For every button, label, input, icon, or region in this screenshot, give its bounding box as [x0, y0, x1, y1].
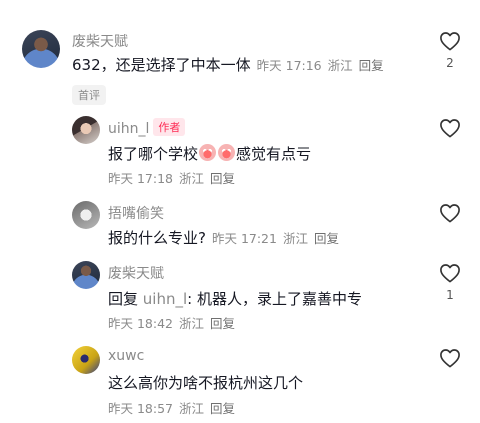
comment-location: 浙江 — [179, 316, 205, 331]
commenter-name[interactable]: xuwc — [108, 348, 144, 364]
reply-button[interactable]: 回复 — [359, 58, 384, 73]
reply-item[interactable]: 废柴天赋 回复 uihn_l: 机器人，录上了嘉善中专 昨天 18:42 浙江 回复… — [0, 255, 480, 335]
like-button[interactable] — [439, 348, 461, 368]
comment-text: 这么高你为啥不报杭州这几个 — [108, 374, 304, 392]
scream-face-emoji — [199, 144, 217, 161]
like-button[interactable] — [439, 118, 461, 138]
like-count: 1 — [446, 288, 454, 302]
comment-text: 632，还是选择了中本一体 昨天 17:16 浙江 回复 — [72, 54, 384, 75]
commenter-name-text: uihn_l — [108, 121, 150, 137]
heart-outline-icon — [440, 204, 460, 223]
commenter-name[interactable]: 废柴天赋 — [72, 31, 128, 51]
comment-time: 昨天 18:57 — [108, 401, 173, 416]
comment-text: 报了哪个学校 感觉有点亏 — [108, 143, 311, 164]
comment-location: 浙江 — [282, 231, 308, 246]
comment-body: 632，还是选择了中本一体 — [72, 56, 251, 74]
avatar[interactable] — [72, 346, 100, 374]
heart-outline-icon — [440, 349, 460, 368]
comment-time: 昨天 18:42 — [108, 316, 173, 331]
comment-meta: 昨天 18:57 浙江 回复 — [108, 398, 235, 417]
comment-meta: 昨天 18:42 浙江 回复 — [108, 313, 235, 332]
commenter-name[interactable]: 捂嘴偷笑 — [108, 203, 164, 223]
like-button[interactable] — [439, 203, 461, 223]
comment-meta: 昨天 17:18 浙江 回复 — [108, 168, 235, 187]
reply-button[interactable]: 回复 — [314, 231, 339, 246]
heart-outline-icon — [440, 264, 460, 283]
author-badge: 作者 — [153, 118, 186, 136]
first-comment-tag: 首评 — [72, 85, 106, 105]
reply-button[interactable]: 回复 — [210, 316, 235, 331]
reply-button[interactable]: 回复 — [210, 401, 235, 416]
reply-item[interactable]: xuwc 这么高你为啥不报杭州这几个 昨天 18:57 浙江 回复 — [0, 340, 480, 423]
avatar[interactable] — [72, 201, 100, 229]
comment-location: 浙江 — [179, 401, 205, 416]
comment-item[interactable]: 废柴天赋 632，还是选择了中本一体 昨天 17:16 浙江 回复 2 首评 — [0, 0, 480, 110]
comment-location: 浙江 — [327, 58, 353, 73]
comment-time: 昨天 17:21 — [211, 231, 277, 246]
comment-body: 报的什么专业? — [108, 229, 206, 247]
commenter-name[interactable]: uihn_l 作者 — [108, 118, 186, 137]
reply-item[interactable]: uihn_l 作者 报了哪个学校 感觉有点亏 昨天 17:18 浙江 回复 — [0, 110, 480, 190]
heart-outline-icon — [440, 32, 460, 51]
reply-button[interactable]: 回复 — [210, 171, 235, 186]
like-count: 2 — [446, 56, 454, 70]
comment-text: 回复 uihn_l: 机器人，录上了嘉善中专 — [108, 288, 362, 309]
avatar[interactable] — [22, 30, 60, 68]
like-button[interactable] — [439, 263, 461, 283]
reply-target-name[interactable]: uihn_l — [143, 290, 187, 308]
comment-body-end: 感觉有点亏 — [236, 145, 312, 163]
reply-item[interactable]: 捂嘴偷笑 报的什么专业? 昨天 17:21 浙江 回复 — [0, 195, 480, 255]
comment-time: 昨天 17:18 — [108, 171, 173, 186]
like-button[interactable] — [439, 31, 461, 51]
heart-outline-icon — [440, 119, 460, 138]
comment-body: 报了哪个学校 — [108, 145, 199, 163]
comment-text: 报的什么专业? 昨天 17:21 浙江 回复 — [108, 227, 339, 248]
comment-location: 浙江 — [179, 171, 205, 186]
avatar[interactable] — [72, 116, 100, 144]
comment-body: : 机器人，录上了嘉善中专 — [187, 290, 362, 308]
scream-face-emoji — [218, 144, 236, 161]
comment-time: 昨天 17:16 — [256, 58, 322, 73]
avatar[interactable] — [72, 261, 100, 289]
reply-prefix: 回复 — [108, 290, 139, 308]
commenter-name[interactable]: 废柴天赋 — [108, 263, 164, 283]
